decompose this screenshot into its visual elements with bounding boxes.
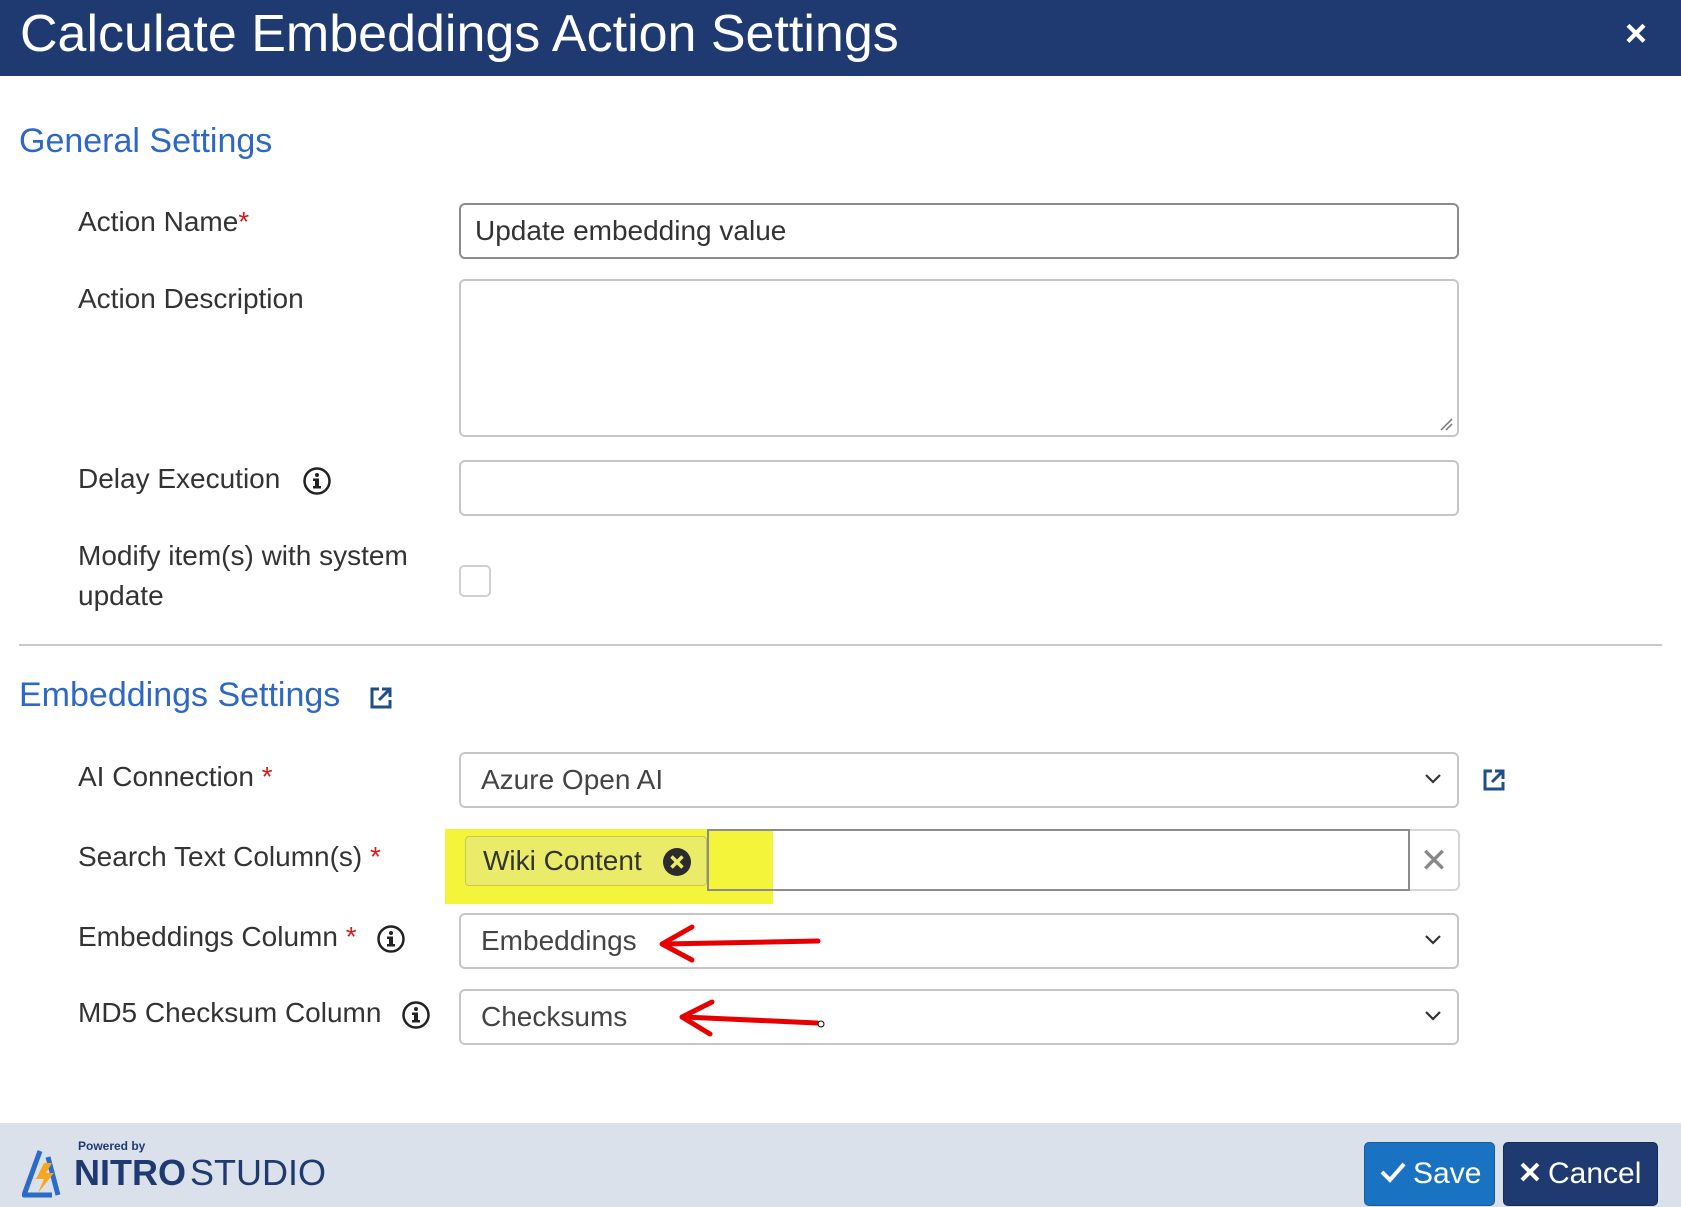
tag-remove-icon[interactable] (662, 847, 692, 877)
brand-bold: NITRO (74, 1152, 186, 1193)
md5-checksum-label: MD5 Checksum Column (78, 993, 431, 1033)
required-marker: * (261, 761, 273, 792)
nitro-logo-icon (22, 1150, 61, 1198)
external-link-icon[interactable] (369, 686, 393, 710)
save-button-label: Save (1413, 1157, 1482, 1190)
info-icon[interactable] (401, 1000, 431, 1030)
cancel-button[interactable]: Cancel (1503, 1142, 1658, 1206)
save-button[interactable]: Save (1364, 1142, 1495, 1206)
check-icon (1380, 1162, 1406, 1184)
powered-by-text: Powered by (78, 1139, 146, 1153)
close-icon[interactable]: × (1616, 14, 1656, 54)
ai-connection-label: AI Connection * (78, 757, 273, 797)
delay-execution-label-text: Delay Execution (78, 463, 281, 494)
action-name-label: Action Name* (78, 202, 249, 242)
dialog-title: Calculate Embeddings Action Settings (20, 5, 899, 63)
general-settings-heading: General Settings (19, 122, 273, 160)
md5-checksum-label-text: MD5 Checksum Column (78, 997, 382, 1028)
info-icon[interactable] (376, 924, 406, 954)
clear-icon[interactable]: ✕ (1410, 829, 1460, 891)
action-description-label: Action Description (78, 283, 304, 314)
embeddings-settings-heading-text: Embeddings Settings (19, 676, 341, 714)
dialog-title-bar: Calculate Embeddings Action Settings × (0, 0, 1681, 76)
ai-connection-label-text: AI Connection (78, 761, 254, 792)
embeddings-column-label: Embeddings Column * (78, 917, 406, 957)
brand-light: STUDIO (190, 1152, 327, 1193)
ai-connection-select[interactable]: Azure Open AI (459, 752, 1459, 808)
md5-checksum-value: Checksums (481, 1001, 628, 1032)
red-arrow-annotation (659, 924, 821, 963)
x-icon (1520, 1162, 1540, 1182)
action-name-label-text: Action Name (78, 206, 239, 237)
embeddings-column-value: Embeddings (481, 925, 637, 956)
system-update-label-line1: Modify item(s) with system (78, 540, 408, 571)
search-text-multiselect[interactable]: Wiki Content ✕ (459, 829, 1460, 892)
embeddings-column-select[interactable]: Embeddings (459, 913, 1459, 969)
cancel-button-label: Cancel (1548, 1157, 1642, 1190)
brand-name: NITRO STUDIO (74, 1153, 326, 1193)
selected-tag: Wiki Content (465, 836, 707, 886)
search-text-label: Search Text Column(s) * (78, 837, 381, 877)
resize-grip-icon[interactable] (1439, 417, 1453, 431)
ai-connection-value: Azure Open AI (481, 764, 664, 795)
md5-checksum-select[interactable]: Checksums (459, 989, 1459, 1045)
required-marker: * (238, 206, 250, 237)
search-text-input[interactable] (707, 829, 1410, 891)
chevron-down-icon (1425, 1011, 1441, 1021)
section-divider (19, 644, 1662, 646)
required-marker: * (345, 921, 357, 952)
system-update-label-line2: update (78, 580, 164, 611)
external-link-icon[interactable] (1482, 768, 1506, 792)
chevron-down-icon (1425, 774, 1441, 784)
delay-execution-input[interactable] (459, 460, 1459, 516)
red-arrow-annotation (679, 999, 825, 1037)
selected-tag-label: Wiki Content (483, 845, 642, 876)
action-description-textarea[interactable] (459, 279, 1459, 437)
action-name-input[interactable]: Update embedding value (459, 203, 1459, 259)
delay-execution-label: Delay Execution (78, 459, 332, 499)
embeddings-settings-heading: Embeddings Settings (19, 675, 340, 715)
search-text-label-text: Search Text Column(s) (78, 841, 363, 872)
info-icon[interactable] (302, 466, 332, 496)
system-update-checkbox[interactable] (459, 565, 491, 597)
nitro-studio-logo: Powered by NITRO STUDIO (22, 1139, 326, 1199)
dialog-footer: Powered by NITRO STUDIO Save Cancel (0, 1123, 1681, 1207)
embeddings-column-label-text: Embeddings Column (78, 921, 338, 952)
chevron-down-icon (1425, 935, 1441, 945)
required-marker: * (370, 841, 381, 872)
